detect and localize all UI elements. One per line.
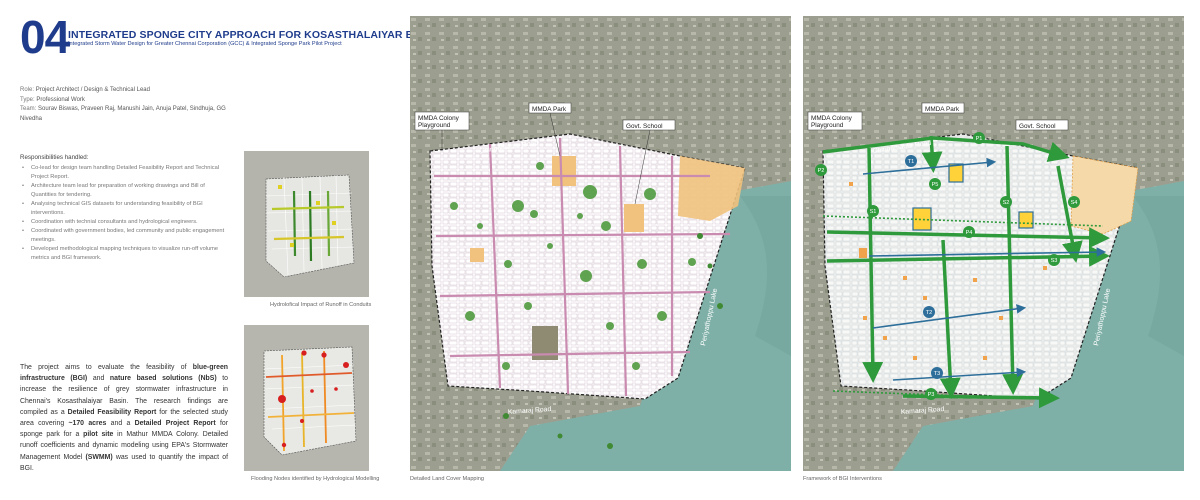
bgi-label-mmda-colony-line2: Playground [811, 122, 844, 129]
list-item: Coordinated with government bodies, led … [22, 227, 227, 245]
marker-s1-label: S1 [870, 209, 877, 215]
marker-p5-label: P5 [932, 182, 939, 188]
label-mmda-colony-line2: Playground [418, 122, 451, 129]
label-govt-school: Govt. School [626, 123, 663, 130]
marker-p3-label: P3 [928, 392, 935, 398]
type-label: Type: [20, 96, 35, 103]
project-summary: The project aims to evaluate the feasibi… [20, 362, 228, 474]
summary-bold: ~170 acres [68, 420, 107, 428]
bgi-framework-map: P1 P2 P3 P4 P5 S1 S2 S3 S4 T1 T2 T3 MMDA… [803, 16, 1184, 471]
summary-text: and [87, 375, 110, 383]
landcover-caption: Detailed Land Cover Mapping [410, 476, 485, 482]
list-item: Developed methodological mapping techniq… [22, 245, 227, 263]
hydrological-impact-map [244, 151, 369, 297]
project-meta: Role: Project Architect / Design & Techn… [20, 86, 240, 124]
flooding-nodes-map [244, 325, 369, 471]
role-label: Role: [20, 87, 35, 93]
bgi-caption: Framework of BGI Interventions [803, 476, 882, 482]
list-item: Coordination with technial consultants a… [22, 218, 227, 227]
summary-bold: nature based solutions (NbS) [109, 375, 217, 383]
type-value: Professional Work [36, 96, 85, 103]
project-number: 04 [20, 11, 70, 63]
label-mmda-park: MMDA Park [532, 106, 567, 113]
land-cover-map: MMDA Colony Playground MMDA Park Govt. S… [410, 16, 791, 471]
responsibilities-list: Co-lead for design team handling Detaile… [22, 164, 227, 263]
marker-p4-label: P4 [966, 230, 973, 236]
bgi-label-govt-school: Govt. School [1019, 123, 1056, 130]
marker-s2-label: S2 [1003, 200, 1010, 206]
summary-bold: pilot site [83, 431, 114, 439]
list-item: Architecture team lead for preparation o… [22, 182, 227, 200]
list-item: Co-lead for design team handling Detaile… [22, 164, 227, 182]
marker-p2-label: P2 [818, 168, 825, 174]
bgi-label-mmda-colony-line1: MMDA Colony [811, 115, 853, 122]
team-label: Team: [20, 106, 37, 112]
project-title: INTEGRATED SPONGE CITY APPROACH FOR KOSA… [68, 29, 439, 41]
marker-t3-label: T3 [934, 371, 941, 377]
label-mmda-colony-line1: MMDA Colony [418, 115, 460, 122]
summary-text: and a [106, 420, 135, 428]
summary-bold: (SWMM) [85, 453, 113, 461]
summary-bold: Detailed Project Report [134, 420, 216, 428]
marker-s4-label: S4 [1071, 200, 1078, 206]
list-item: Analysing technical GIS datasets for und… [22, 200, 227, 218]
role-value: Project Architect / Design & Technical L… [35, 87, 150, 93]
summary-bold: Detailed Feasibility Report [67, 408, 157, 416]
summary-text: The project aims to evaluate the feasibi… [20, 364, 193, 371]
marker-t1-label: T1 [908, 159, 915, 165]
marker-p1-label: P1 [976, 136, 983, 142]
hydro-caption: Hydrolofical Impact of Runoff in Conduit… [270, 302, 372, 308]
project-subtitle: Integrated Storm Water Design for Greate… [68, 41, 342, 47]
responsibilities-title: Responsibilities handled: [20, 154, 89, 161]
flood-caption: Flooding Nodes identified by Hydrologica… [251, 476, 380, 482]
bgi-label-mmda-park: MMDA Park [925, 106, 960, 113]
team-value: Sourav Biswas, Praveen Raj, Manushi Jain… [20, 106, 226, 122]
marker-s3-label: S3 [1051, 258, 1058, 264]
marker-t2-label: T2 [926, 310, 933, 316]
